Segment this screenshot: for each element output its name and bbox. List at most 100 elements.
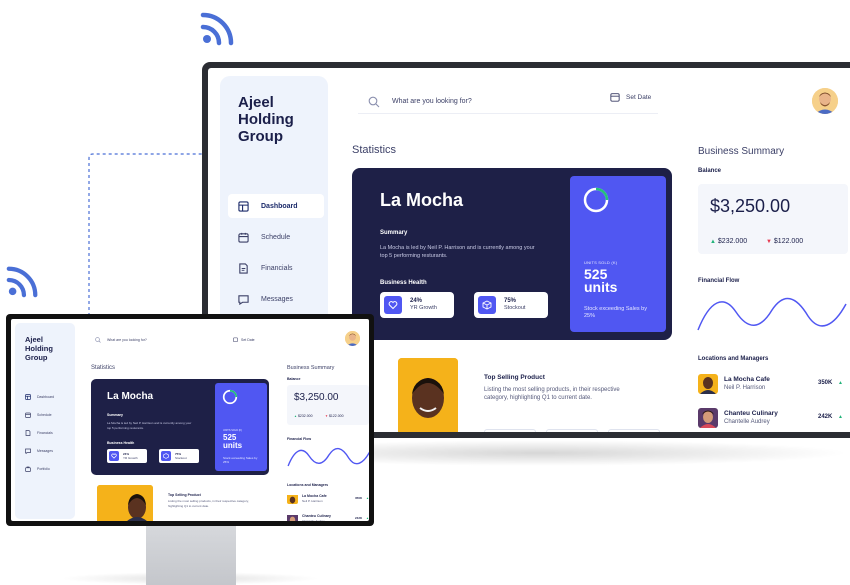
product-image — [97, 485, 153, 521]
metric-label: Stockout — [504, 305, 526, 311]
box-icon — [482, 300, 492, 310]
location-row[interactable]: La Mocha Cafe Neil P. Harrison 350K ▲ — [287, 493, 369, 505]
sidebar-item-messages[interactable]: Messages — [228, 287, 324, 311]
down-value: $122.000 — [773, 238, 804, 245]
sidebar-item-financials[interactable]: Financials — [21, 427, 71, 439]
sidebar-item-financials[interactable]: Financials — [228, 256, 324, 280]
sidebar-item-schedule[interactable]: Schedule — [21, 409, 71, 421]
units-note: Stock exceeding Sales by 25% — [584, 306, 647, 319]
sidebar-item-dashboard[interactable]: Dashboard — [21, 391, 71, 403]
units-sold-panel: UNITS SOLD (K) 525 units Stock exceeding… — [215, 383, 267, 471]
box-icon — [163, 453, 169, 459]
person-photo — [97, 485, 153, 521]
person-photo — [398, 358, 458, 432]
metric-value: 75% — [504, 298, 517, 304]
sidebar-item-label: Dashboard — [261, 202, 298, 210]
units-unit: units — [584, 279, 618, 295]
location-avatar — [287, 513, 298, 521]
search-bar[interactable]: What are you looking for? — [95, 337, 147, 343]
arrow-up-icon: ▲ — [366, 496, 369, 500]
product-tab[interactable] — [484, 429, 536, 432]
growth-metric: 24% YR Growth — [107, 449, 147, 463]
location-row[interactable]: Chanteu Culinary Chantelle Audrey 242K ▲ — [287, 513, 369, 521]
restaurant-name: La Mocha — [380, 190, 464, 210]
balance-down: ▼ $122.000 — [325, 414, 344, 418]
search-input[interactable]: What are you looking for? — [107, 338, 147, 342]
document-icon — [25, 430, 31, 436]
location-avatar — [287, 493, 298, 504]
set-date-button[interactable]: Set Date — [233, 337, 255, 342]
top-selling-title: Top Selling Product — [484, 374, 545, 381]
location-manager: Neil P. Harrison — [724, 385, 766, 391]
balance-label: Balance — [287, 377, 301, 381]
chat-icon — [25, 448, 31, 454]
financial-flow-chart — [697, 297, 847, 331]
calendar-icon — [233, 337, 238, 342]
location-manager: Chantelle Audrey — [302, 519, 325, 521]
arrow-up-icon: ▲ — [366, 516, 369, 520]
progress-ring — [222, 389, 238, 405]
location-row[interactable]: La Mocha Cafe Neil P. Harrison 350K ▲ — [698, 374, 848, 394]
avatar-image — [345, 331, 360, 346]
units-label: UNITS SOLD (K) — [584, 260, 618, 265]
financial-flow-label: Financial Flow — [287, 437, 312, 441]
summary-text: La Mocha is led by Neil P. Harrison and … — [107, 421, 192, 430]
avatar[interactable] — [345, 331, 360, 346]
location-name: Chanteu Culinary — [302, 514, 331, 518]
balance-label: Balance — [698, 168, 722, 174]
business-summary-title: Business Summary — [287, 365, 335, 371]
product-tab[interactable] — [546, 429, 598, 432]
sidebar-item-label: Schedule — [261, 233, 291, 241]
units-note: Stock exceeding Sales by 25% — [223, 456, 258, 464]
balance-up: ▲ $232.000 — [710, 238, 747, 245]
location-manager: Chantelle Audrey — [724, 419, 770, 425]
location-name: La Mocha Cafe — [724, 376, 770, 383]
locations-label: Locations and Managers — [287, 483, 329, 487]
balance-down: ▼ $122.000 — [766, 238, 803, 245]
heart-icon — [111, 453, 117, 459]
sidebar-item-label: Messages — [37, 449, 53, 453]
growth-metric: 24% YR Growth — [380, 292, 454, 318]
product-tab[interactable] — [608, 429, 660, 432]
sidebar-item-schedule[interactable]: Schedule — [228, 225, 324, 249]
search-input[interactable]: What are you looking for? — [392, 98, 472, 105]
app-logo: Ajeel Holding Group — [25, 335, 53, 362]
restaurant-card[interactable]: La Mocha Summary La Mocha is led by Neil… — [352, 168, 672, 340]
briefcase-icon — [25, 466, 31, 472]
business-summary-title: Business Summary — [698, 146, 785, 157]
document-icon — [239, 262, 248, 274]
set-date-button[interactable]: Set Date — [610, 92, 651, 102]
wifi-icon — [200, 12, 234, 46]
summary-label: Summary — [380, 230, 408, 236]
metric-label: Stockout — [175, 456, 187, 460]
chat-icon — [238, 294, 249, 305]
up-value: $232.000 — [717, 238, 748, 245]
product-image — [398, 358, 458, 432]
business-health-label: Business Health — [380, 280, 427, 286]
sidebar-item-dashboard[interactable]: Dashboard — [228, 194, 324, 218]
avatar-image — [812, 88, 838, 114]
sidebar-item-label: Portfolio — [37, 467, 50, 471]
location-amount: 242K — [355, 516, 363, 520]
units-value: 525 units — [584, 267, 618, 295]
units-value: 525 units — [223, 434, 242, 450]
dashboard-small: Ajeel Holding Group Dashboard Schedule F… — [11, 319, 369, 521]
arrow-down-icon: ▼ — [766, 239, 772, 245]
location-row[interactable]: Chanteu Culinary Chantelle Audrey 242K ▲ — [698, 408, 848, 428]
sidebar-item-portfolio[interactable]: Portfolio — [21, 463, 71, 475]
statistics-title: Statistics — [352, 144, 397, 156]
balance-value: $3,250.00 — [294, 392, 339, 403]
stockout-metric: 75% Stockout — [474, 292, 548, 318]
set-date-label: Set Date — [626, 93, 652, 101]
sidebar: Ajeel Holding Group Dashboard Schedule F… — [15, 323, 75, 519]
restaurant-card[interactable]: La Mocha Summary La Mocha is led by Neil… — [91, 379, 269, 475]
location-amount: 350K — [818, 380, 833, 386]
sidebar-item-messages[interactable]: Messages — [21, 445, 71, 457]
balance-value: $3,250.00 — [710, 196, 791, 216]
small-monitor: Ajeel Holding Group Dashboard Schedule F… — [6, 314, 374, 526]
metric-label: YR Growth — [410, 305, 437, 311]
location-amount: 242K — [818, 414, 833, 420]
sidebar-item-label: Dashboard — [37, 395, 55, 399]
avatar[interactable] — [812, 88, 838, 114]
sidebar-nav: Dashboard Schedule Financials Messages — [228, 194, 324, 318]
